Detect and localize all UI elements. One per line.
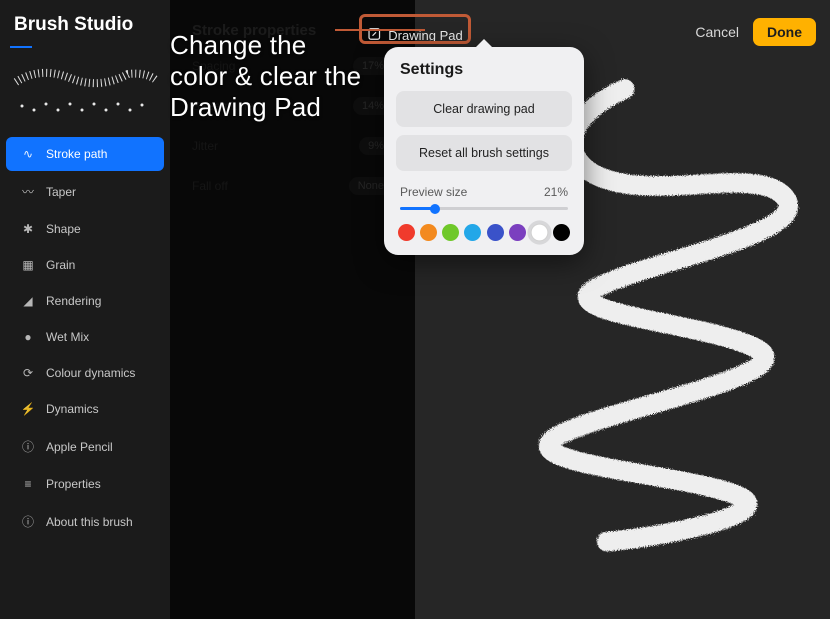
color-swatch-white[interactable] [530,224,548,242]
property-label: Jitter [192,139,218,153]
top-bar: Cancel Done [695,18,816,46]
color-swatch-row [396,224,572,241]
done-button[interactable]: Done [753,18,816,46]
sidebar-item-label: Grain [46,258,75,272]
color-swatch-blue[interactable] [487,224,504,241]
cancel-button[interactable]: Cancel [695,24,739,40]
sidebar-item-label: Rendering [46,294,101,308]
sidebar-item-apple-pencil[interactable]: ⓘ Apple Pencil [6,428,164,465]
popover-title: Settings [396,61,572,79]
sidebar-item-label: Wet Mix [46,330,89,344]
preview-size-label: Preview size [400,185,467,199]
app-title: Brush Studio [0,10,170,46]
sidebar-item-label: Colour dynamics [46,366,135,380]
sidebar-item-shape[interactable]: ✱ Shape [6,212,164,246]
colour-dynamics-icon: ⟳ [20,366,36,380]
color-swatch-black[interactable] [553,224,570,241]
sidebar: Brush Studio ∿ Stroke path 〰 Taper ✱ Shape ▦ Gr… [0,0,170,619]
color-swatch-orange[interactable] [420,224,437,241]
tutorial-annotation-text: Change the color & clear the Drawing Pad [170,30,370,124]
sidebar-item-about-this-brush[interactable]: ⓘ About this brush [6,503,164,540]
preview-size-slider[interactable] [400,207,568,210]
drawing-pad-settings-popover: Settings Clear drawing pad Reset all bru… [384,47,584,255]
sidebar-item-colour-dynamics[interactable]: ⟳ Colour dynamics [6,356,164,390]
sidebar-item-label: Shape [46,222,81,236]
sidebar-item-label: Apple Pencil [46,440,113,454]
sidebar-item-label: Taper [46,185,76,199]
properties-icon: ≡ [20,477,36,491]
about-this-brush-icon: ⓘ [20,513,36,530]
taper-icon: 〰 [20,183,36,200]
sidebar-item-wet-mix[interactable]: ● Wet Mix [6,320,164,354]
sidebar-item-taper[interactable]: 〰 Taper [6,173,164,210]
sidebar-item-label: Dynamics [46,402,99,416]
color-swatch-purple[interactable] [509,224,526,241]
slider-knob[interactable] [430,204,440,214]
clear-drawing-pad-button[interactable]: Clear drawing pad [396,91,572,127]
grain-icon: ▦ [20,258,36,272]
property-label: Fall off [192,179,228,193]
sidebar-item-grain[interactable]: ▦ Grain [6,248,164,282]
sidebar-item-label: Properties [46,477,101,491]
sidebar-item-label: About this brush [46,515,133,529]
rendering-icon: ◢ [20,294,36,308]
sidebar-item-rendering[interactable]: ◢ Rendering [6,284,164,318]
sidebar-accent [10,46,32,48]
sidebar-item-properties[interactable]: ≡ Properties [6,467,164,501]
dynamics-icon: ⚡ [20,402,36,416]
reset-brush-settings-button[interactable]: Reset all brush settings [396,135,572,171]
preview-size-value: 21% [544,185,568,199]
stroke-path-icon: ∿ [20,147,36,161]
shape-icon: ✱ [20,222,36,236]
sidebar-item-label: Stroke path [46,147,107,161]
brush-preview-thumbnail[interactable] [8,52,162,127]
color-swatch-green[interactable] [442,224,459,241]
property-row-fall-off[interactable]: Fall offNone [192,177,393,195]
color-swatch-red[interactable] [398,224,415,241]
sidebar-item-dynamics[interactable]: ⚡ Dynamics [6,392,164,426]
apple-pencil-icon: ⓘ [20,438,36,455]
wet-mix-icon: ● [20,330,36,344]
property-row-jitter[interactable]: Jitter9% [192,137,393,155]
color-swatch-cyan[interactable] [464,224,481,241]
sidebar-item-stroke-path[interactable]: ∿ Stroke path [6,137,164,171]
